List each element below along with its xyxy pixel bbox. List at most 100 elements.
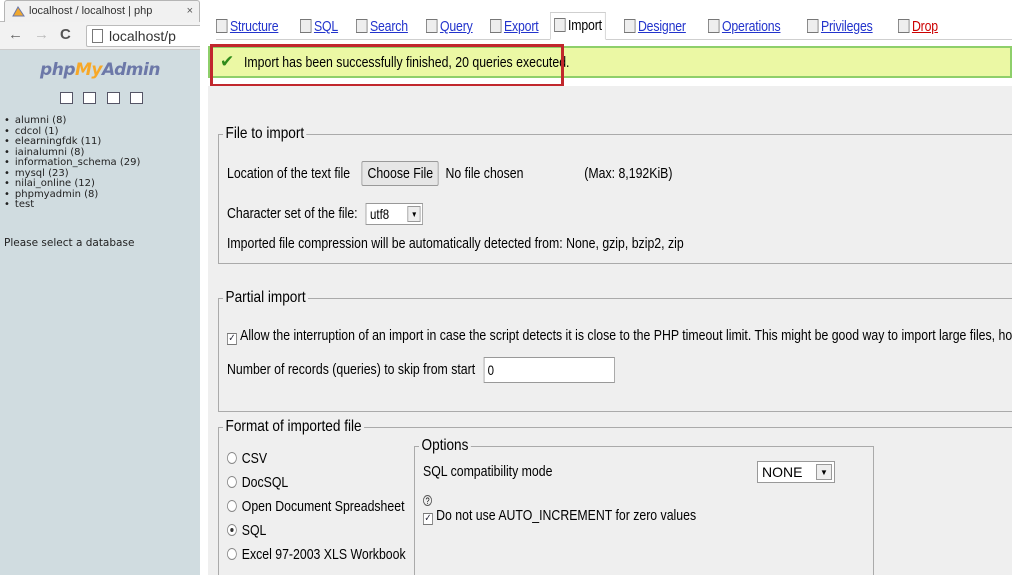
format-option-docsql[interactable]: DocSQL bbox=[227, 474, 288, 491]
success-highlight-frame bbox=[210, 44, 564, 87]
main-content: Structure SQL Search Query Export Import… bbox=[200, 0, 1012, 575]
compat-mode-value: NONE bbox=[762, 464, 803, 480]
tab-sql[interactable]: SQL bbox=[300, 18, 338, 35]
tab-export-label: Export bbox=[503, 18, 539, 35]
file-to-import-legend: File to import bbox=[223, 125, 307, 143]
sql-icon bbox=[300, 19, 312, 33]
tab-structure-label: Structure bbox=[229, 18, 279, 35]
charset-label: Character set of the file: bbox=[227, 204, 358, 222]
query-icon bbox=[426, 19, 438, 33]
browser-tab-bar: localhost / localhost | php × bbox=[0, 0, 200, 22]
search-icon bbox=[356, 19, 368, 33]
partial-import-legend: Partial import bbox=[223, 289, 309, 307]
reload-icon[interactable]: C bbox=[60, 26, 71, 43]
format-label-sql: SQL bbox=[241, 522, 267, 539]
compat-mode-select[interactable]: NONE ▼ bbox=[757, 461, 835, 483]
tab-privileges-label: Privileges bbox=[820, 18, 873, 35]
max-size-text: (Max: 8,192KiB) bbox=[584, 165, 673, 182]
help-icon[interactable]: ? bbox=[423, 495, 433, 506]
format-radio-xls[interactable] bbox=[227, 548, 237, 560]
charset-row: Character set of the file: utf8 ▼ bbox=[227, 203, 424, 225]
select-database-message: Please select a database bbox=[4, 237, 135, 249]
file-location-row: Location of the text file Choose File No… bbox=[227, 161, 672, 186]
import-icon bbox=[554, 18, 566, 32]
skip-records-row: Number of records (queries) to skip from… bbox=[227, 357, 615, 383]
documentation-icon[interactable] bbox=[106, 91, 120, 104]
format-fieldset: Format of imported file CSV DocSQL Open … bbox=[218, 418, 1012, 575]
frame-divider[interactable] bbox=[200, 0, 208, 575]
format-legend: Format of imported file bbox=[223, 418, 365, 436]
compression-note: Imported file compression will be automa… bbox=[227, 235, 684, 252]
format-option-csv[interactable]: CSV bbox=[227, 450, 267, 467]
tab-search[interactable]: Search bbox=[356, 18, 408, 35]
nav-icon-row bbox=[60, 89, 149, 104]
tab-query-label: Query bbox=[439, 18, 473, 35]
back-arrow-icon[interactable]: ← bbox=[8, 26, 23, 43]
browser-tab[interactable]: localhost / localhost | php × bbox=[4, 0, 200, 22]
tab-close-icon[interactable]: × bbox=[187, 1, 193, 21]
home-icon[interactable] bbox=[60, 91, 73, 104]
forward-arrow-icon[interactable]: → bbox=[34, 26, 49, 43]
choose-file-button[interactable]: Choose File bbox=[361, 161, 439, 186]
phpmyadmin-favicon-icon bbox=[12, 6, 25, 17]
skip-records-input[interactable]: 0 bbox=[483, 357, 615, 383]
navigation-panel: localhost / localhost | php × ← → C loca… bbox=[0, 0, 204, 575]
no-auto-increment-row: ✓ Do not use AUTO_INCREMENT for zero valu… bbox=[423, 507, 696, 525]
format-radio-sql[interactable] bbox=[227, 524, 237, 536]
format-option-xls[interactable]: Excel 97-2003 XLS Workbook bbox=[227, 546, 406, 563]
database-item-nilai-online[interactable]: nilai_online (12) bbox=[4, 178, 140, 190]
format-label-xls: Excel 97-2003 XLS Workbook bbox=[241, 546, 406, 563]
structure-icon bbox=[216, 19, 228, 33]
format-label-csv: CSV bbox=[241, 450, 268, 467]
format-radio-docsql[interactable] bbox=[227, 476, 237, 488]
tab-operations[interactable]: Operations bbox=[708, 18, 781, 35]
help-row: ? bbox=[423, 491, 433, 508]
designer-icon bbox=[624, 19, 636, 33]
tab-import[interactable]: Import bbox=[550, 12, 607, 40]
format-option-ods[interactable]: Open Document Spreadsheet bbox=[227, 498, 405, 515]
tab-export[interactable]: Export bbox=[490, 18, 539, 35]
sql-options-legend: Options bbox=[419, 437, 471, 455]
export-icon bbox=[490, 19, 502, 33]
database-item-elearningfdk[interactable]: elearningfdk (11) bbox=[4, 136, 140, 148]
browser-tab-title: localhost / localhost | php bbox=[29, 5, 153, 17]
format-label-docsql: DocSQL bbox=[241, 474, 289, 491]
privileges-icon bbox=[807, 19, 819, 33]
no-auto-increment-checkbox[interactable]: ✓ bbox=[423, 513, 433, 525]
tab-search-label: Search bbox=[369, 18, 408, 35]
database-item-information-schema[interactable]: information_schema (29) bbox=[4, 157, 141, 169]
no-auto-increment-label: Do not use AUTO_INCREMENT for zero value… bbox=[436, 507, 697, 524]
format-option-sql[interactable]: SQL bbox=[227, 522, 266, 539]
address-bar[interactable]: localhost/p bbox=[86, 25, 204, 47]
no-file-chosen-text: No file chosen bbox=[445, 165, 524, 182]
tab-structure[interactable]: Structure bbox=[216, 18, 279, 35]
operations-icon bbox=[708, 19, 720, 33]
sql-options-fieldset: Options SQL compatibility mode NONE ▼ ? … bbox=[414, 437, 874, 575]
format-label-ods: Open Document Spreadsheet bbox=[241, 498, 405, 515]
file-to-import-fieldset: File to import Location of the text file… bbox=[218, 125, 1012, 264]
tab-designer[interactable]: Designer bbox=[624, 18, 686, 35]
tab-privileges[interactable]: Privileges bbox=[807, 18, 873, 35]
tab-designer-label: Designer bbox=[637, 18, 686, 35]
tab-query[interactable]: Query bbox=[426, 18, 473, 35]
charset-select[interactable]: utf8 ▼ bbox=[365, 203, 424, 225]
database-item-test[interactable]: test bbox=[4, 199, 140, 211]
compat-mode-label: SQL compatibility mode bbox=[423, 463, 553, 480]
sql-query-window-icon[interactable] bbox=[83, 91, 97, 104]
tab-drop[interactable]: Drop bbox=[898, 18, 938, 35]
logo-part-admin: Admin bbox=[102, 60, 160, 80]
format-radio-csv[interactable] bbox=[227, 452, 237, 464]
logo-part-my: My bbox=[75, 60, 103, 80]
logo-part-php: php bbox=[40, 60, 75, 80]
import-form: File to import Location of the text file… bbox=[208, 86, 1012, 575]
chevron-down-icon: ▼ bbox=[407, 206, 421, 222]
allow-interrupt-checkbox[interactable]: ✓ bbox=[227, 333, 237, 345]
tab-import-label: Import bbox=[568, 17, 602, 34]
database-item-alumni[interactable]: alumni (8) bbox=[4, 115, 140, 127]
file-location-label: Location of the text file bbox=[227, 165, 351, 182]
phpmyadmin-logo[interactable]: phpMyAdmin bbox=[0, 60, 200, 80]
partial-import-fieldset: Partial import ✓ Allow the interruption o… bbox=[218, 289, 1012, 412]
tab-operations-label: Operations bbox=[721, 18, 781, 35]
mysql-docs-icon[interactable] bbox=[130, 91, 144, 104]
format-radio-ods[interactable] bbox=[227, 500, 237, 512]
